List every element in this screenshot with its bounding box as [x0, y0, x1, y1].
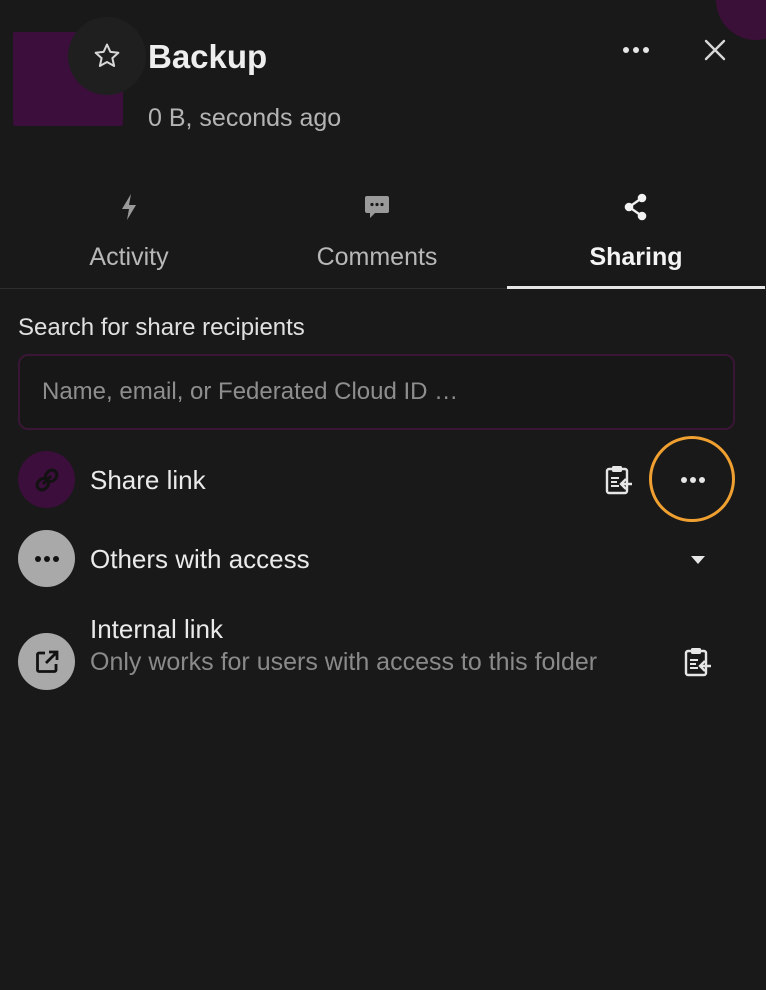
more-actions-button[interactable]: [612, 26, 660, 74]
tab-label: Sharing: [589, 243, 683, 271]
clipboard-copy-icon: [684, 648, 711, 677]
comment-icon: [365, 196, 389, 218]
internal-link-label: Internal link: [90, 614, 223, 644]
sharing-sidebar: Backup 0 B, seconds ago Activity Comment…: [0, 0, 766, 990]
sidebar-tabs: Activity Comments Sharing: [0, 180, 766, 289]
copy-internal-link-button[interactable]: [676, 640, 720, 684]
star-icon: [94, 43, 120, 67]
tab-sharing[interactable]: Sharing: [507, 180, 765, 289]
tab-comments[interactable]: Comments: [248, 180, 506, 288]
search-label: Search for share recipients: [18, 314, 305, 341]
more-horizontal-icon: [681, 477, 705, 483]
share-link-label: Share link: [90, 465, 206, 495]
share-link-avatar: [18, 451, 75, 508]
file-meta: 0 B, seconds ago: [148, 104, 342, 132]
clipboard-copy-icon: [605, 466, 632, 495]
others-avatar: [18, 530, 75, 587]
others-expand-button[interactable]: [676, 538, 720, 582]
share-link-menu-button[interactable]: [670, 457, 716, 503]
share-recipient-search-input[interactable]: [18, 354, 735, 430]
triangle-down-icon: [691, 556, 705, 564]
link-icon: [35, 468, 58, 491]
copy-share-link-button[interactable]: [597, 458, 641, 502]
internal-link-avatar: [18, 633, 75, 690]
lightning-icon: [122, 194, 136, 220]
others-with-access-label: Others with access: [90, 544, 310, 574]
close-button[interactable]: [691, 26, 739, 74]
internal-link-description: Only works for users with access to this…: [90, 648, 598, 676]
external-link-icon: [35, 650, 58, 673]
tab-label: Activity: [89, 243, 169, 271]
share-icon: [624, 193, 647, 221]
close-icon: [704, 39, 726, 61]
favorite-button[interactable]: [68, 17, 146, 95]
more-horizontal-icon: [34, 555, 59, 562]
more-horizontal-icon: [623, 47, 649, 53]
file-title: Backup: [148, 38, 268, 75]
tab-label: Comments: [316, 243, 438, 271]
tab-activity[interactable]: Activity: [0, 180, 258, 288]
